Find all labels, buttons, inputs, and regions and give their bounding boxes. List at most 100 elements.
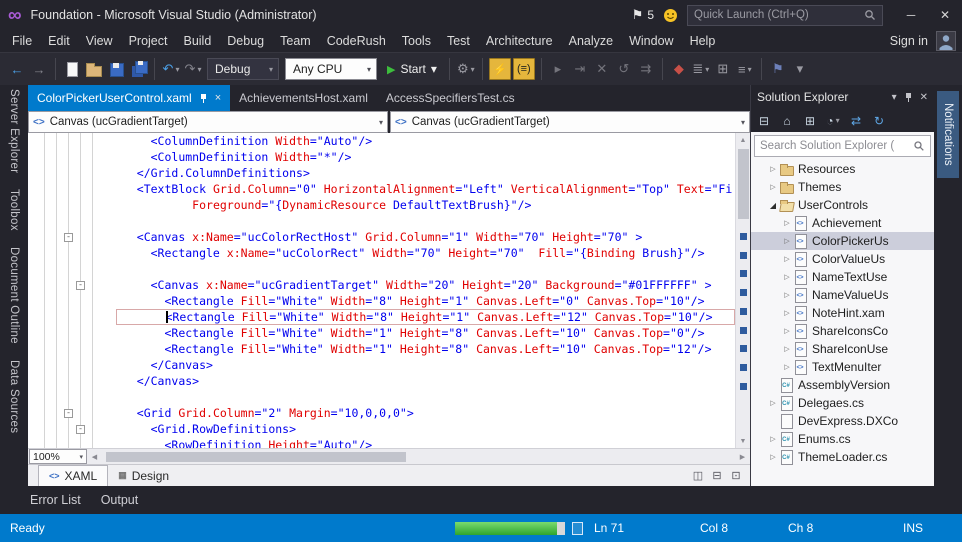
- quick-launch-input[interactable]: Quick Launch (Ctrl+Q): [687, 5, 883, 26]
- coderush-marker-icon[interactable]: ◆: [668, 57, 690, 81]
- expander-icon[interactable]: ▷: [767, 435, 779, 443]
- tree-item-namevalueus[interactable]: ▷NameValueUs: [751, 286, 934, 304]
- editor-vertical-scrollbar[interactable]: ▲ ▼: [735, 133, 750, 448]
- code-line-6[interactable]: [116, 213, 735, 229]
- status-character[interactable]: Ch 8: [788, 521, 813, 535]
- scope-icon[interactable]: ⊞: [800, 111, 820, 131]
- menu-analyze[interactable]: Analyze: [561, 32, 621, 50]
- pin-icon[interactable]: [904, 92, 913, 103]
- search-icon[interactable]: [908, 140, 930, 152]
- collapse-all-icon[interactable]: ⊟: [754, 111, 774, 131]
- solution-configurations-combo[interactable]: Debug▾: [207, 58, 279, 80]
- code-line-16[interactable]: </Canvas>: [116, 373, 735, 389]
- element-navigator-combo-1[interactable]: <>Canvas (ucGradientTarget)▾: [28, 111, 388, 133]
- tree-item-resources[interactable]: ▷Resources: [751, 160, 934, 178]
- code-line-8[interactable]: <Rectangle x:Name="ucColorRect" Width="7…: [116, 245, 735, 261]
- expander-icon[interactable]: ▷: [781, 219, 793, 227]
- close-icon[interactable]: ×: [215, 92, 221, 104]
- code-line-13[interactable]: <Rectangle Fill="White" Width="1" Height…: [116, 325, 735, 341]
- status-insert-mode[interactable]: INS: [903, 521, 923, 535]
- pin-icon[interactable]: [199, 93, 208, 104]
- notifications-flag-icon[interactable]: ⚑: [632, 7, 644, 23]
- code-line-4[interactable]: <TextBlock Grid.Column="0" HorizontalAli…: [116, 181, 735, 197]
- find-results-icon[interactable]: ≣▾: [690, 57, 712, 81]
- build-tools-icon[interactable]: ⚙▾: [455, 57, 477, 81]
- expander-icon[interactable]: ▷: [781, 345, 793, 353]
- tree-item-colorpickerus[interactable]: ▷ColorPickerUs: [751, 232, 934, 250]
- horizontal-scrollbar-thumb[interactable]: [106, 452, 406, 462]
- tree-item-devexpress-dxco[interactable]: DevExpress.DXCo: [751, 412, 934, 430]
- save-all-icon[interactable]: [127, 57, 149, 81]
- expander-icon[interactable]: ▷: [781, 327, 793, 335]
- sidebar-tab-server-explorer[interactable]: Server Explorer: [8, 89, 20, 173]
- tree-item-themeloader-cs[interactable]: ▷ThemeLoader.cs: [751, 448, 934, 466]
- code-line-3[interactable]: </Grid.ColumnDefinitions>: [116, 165, 735, 181]
- collapse-region-icon[interactable]: -: [76, 281, 85, 290]
- status-line[interactable]: Ln 71: [594, 521, 624, 535]
- code-area[interactable]: <ColumnDefinition Width="Auto"/> <Column…: [116, 133, 735, 448]
- scroll-right-arrow-icon[interactable]: ▶: [735, 453, 750, 461]
- code-line-19[interactable]: <Grid.RowDefinitions>: [116, 421, 735, 437]
- expander-icon[interactable]: ▷: [781, 237, 793, 245]
- redo-icon[interactable]: ↷▾: [182, 57, 204, 81]
- panel-tab-error-list[interactable]: Error List: [30, 493, 81, 507]
- menu-coderush[interactable]: CodeRush: [319, 32, 394, 50]
- menu-help[interactable]: Help: [682, 32, 724, 50]
- sidebar-tab-toolbox[interactable]: Toolbox: [8, 189, 20, 231]
- code-line-11[interactable]: <Rectangle Fill="White" Width="8" Height…: [116, 293, 735, 309]
- expander-icon[interactable]: ▷: [781, 291, 793, 299]
- code-line-12[interactable]: <Rectangle Fill="White" Width="8" Height…: [116, 309, 735, 325]
- view-tab-xaml[interactable]: <>XAML: [38, 465, 108, 486]
- menu-debug[interactable]: Debug: [219, 32, 272, 50]
- expander-icon[interactable]: ▷: [767, 453, 779, 461]
- coderush-parens-icon[interactable]: (≡): [513, 58, 535, 80]
- open-file-icon[interactable]: [83, 57, 105, 81]
- expander-icon[interactable]: ▷: [767, 399, 779, 407]
- tree-item-themes[interactable]: ▷Themes: [751, 178, 934, 196]
- menu-edit[interactable]: Edit: [40, 32, 78, 50]
- menu-view[interactable]: View: [78, 32, 121, 50]
- code-line-5[interactable]: Foreground="{DynamicResource DefaultText…: [116, 197, 735, 213]
- code-line-9[interactable]: [116, 261, 735, 277]
- window-position-icon[interactable]: ▾: [892, 92, 897, 103]
- coderush-visualize-icon[interactable]: ⚡: [489, 58, 511, 80]
- navigate-back-icon[interactable]: ←: [6, 57, 28, 81]
- close-icon[interactable]: ✕: [920, 92, 928, 103]
- undo-icon[interactable]: ↶▾: [160, 57, 182, 81]
- sidebar-tab-notifications[interactable]: Notifications: [937, 91, 959, 178]
- solution-platforms-combo[interactable]: Any CPU▾: [285, 58, 377, 80]
- zoom-combo[interactable]: 100%▾: [29, 449, 87, 464]
- navigate-forward-icon[interactable]: →: [28, 57, 50, 81]
- new-file-icon[interactable]: [61, 57, 83, 81]
- menu-architecture[interactable]: Architecture: [478, 32, 561, 50]
- collapse-region-icon[interactable]: -: [64, 409, 73, 418]
- minimize-button[interactable]: ─: [894, 0, 928, 30]
- code-line-10[interactable]: <Canvas x:Name="ucGradientTarget" Width=…: [116, 277, 735, 293]
- home-icon[interactable]: ⌂: [777, 111, 797, 131]
- sign-in-link[interactable]: Sign in: [890, 34, 928, 48]
- expander-icon[interactable]: ◢: [767, 201, 779, 210]
- tree-item-shareiconuse[interactable]: ▷ShareIconUse: [751, 340, 934, 358]
- expand-pane-icon[interactable]: ⊡: [728, 468, 744, 484]
- tree-item-textmenuiter[interactable]: ▷TextMenuIter: [751, 358, 934, 376]
- document-tab-colorpickerusercontrol-xaml[interactable]: ColorPickerUserControl.xaml×: [28, 85, 230, 111]
- menu-window[interactable]: Window: [621, 32, 681, 50]
- toolbar-options-icon[interactable]: ▾: [789, 57, 811, 81]
- element-navigator-combo-2[interactable]: <>Canvas (ucGradientTarget)▾: [390, 111, 750, 133]
- status-column[interactable]: Col 8: [700, 521, 728, 535]
- tree-item-shareiconsco[interactable]: ▷ShareIconsCo: [751, 322, 934, 340]
- code-line-7[interactable]: <Canvas x:Name="ucColorRectHost" Grid.Co…: [116, 229, 735, 245]
- vertical-scrollbar-thumb[interactable]: [738, 149, 749, 219]
- sidebar-tab-data-sources[interactable]: Data Sources: [8, 360, 20, 433]
- menu-build[interactable]: Build: [175, 32, 219, 50]
- close-button[interactable]: ✕: [928, 0, 962, 30]
- expander-icon[interactable]: ▷: [781, 363, 793, 371]
- sync-with-active-document-icon[interactable]: ⇄: [846, 111, 866, 131]
- collapse-region-icon[interactable]: -: [64, 233, 73, 242]
- code-line-2[interactable]: <ColumnDefinition Width="*"/>: [116, 149, 735, 165]
- menu-tools[interactable]: Tools: [394, 32, 439, 50]
- tree-item-enums-cs[interactable]: ▷Enums.cs: [751, 430, 934, 448]
- tree-item-achievement[interactable]: ▷Achievement: [751, 214, 934, 232]
- code-line-14[interactable]: <Rectangle Fill="White" Width="1" Height…: [116, 341, 735, 357]
- task-list-icon[interactable]: ≡▾: [734, 57, 756, 81]
